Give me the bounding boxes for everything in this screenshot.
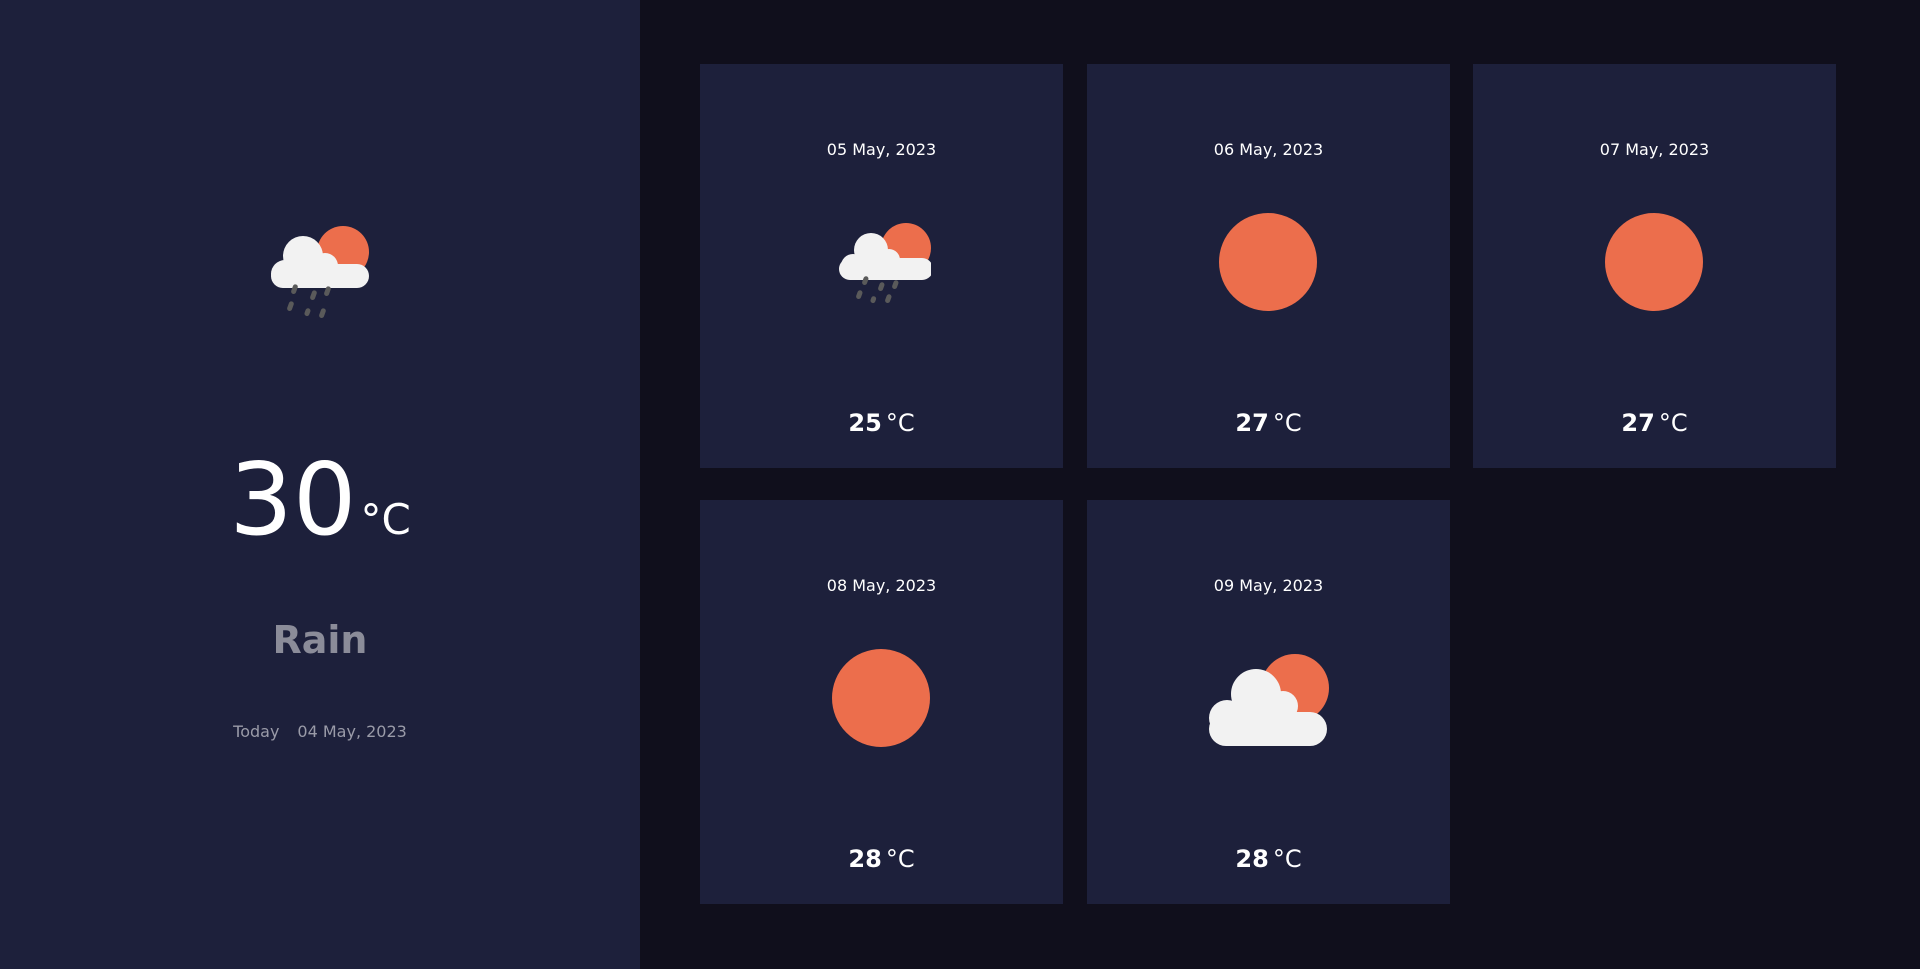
forecast-temperature-value: 25 [848,409,882,437]
forecast-temperature: 28 °C [700,845,1063,873]
forecast-temperature-unit: °C [1272,409,1302,437]
forecast-card: 08 May, 2023 28 °C [700,500,1063,904]
forecast-temperature-unit: °C [885,845,915,873]
today-panel: 30°C Rain Today 04 May, 2023 [0,0,640,969]
sun-icon [832,649,930,747]
current-temperature: 30°C [0,440,640,560]
sun-icon [1219,213,1317,311]
current-date-line: Today 04 May, 2023 [0,722,640,741]
forecast-temperature: 27 °C [1087,409,1450,437]
forecast-temperature-unit: °C [885,409,915,437]
forecast-card: 09 May, 2023 28 °C [1087,500,1450,904]
forecast-temperature-unit: °C [1658,409,1688,437]
forecast-temperature: 28 °C [1087,845,1450,873]
today-date: 04 May, 2023 [297,722,407,741]
partly-cloudy-icon [1209,654,1329,746]
forecast-card: 07 May, 2023 27 °C [1473,64,1836,468]
forecast-temperature-value: 28 [1235,845,1269,873]
forecast-date: 09 May, 2023 [1213,576,1324,595]
forecast-temperature-unit: °C [1272,845,1302,873]
forecast-temperature-value: 27 [1235,409,1269,437]
current-temperature-unit: °C [360,495,411,544]
forecast-temperature: 27 °C [1473,409,1836,437]
forecast-date: 08 May, 2023 [826,576,937,595]
current-temperature-value: 30 [229,441,357,558]
forecast-date: 06 May, 2023 [1213,140,1324,159]
today-label: Today [233,722,280,741]
forecast-temperature-value: 28 [848,845,882,873]
rain-cloud-sun-icon [271,226,369,319]
sun-icon [1605,213,1703,311]
forecast-date: 07 May, 2023 [1599,140,1710,159]
forecast-card: 05 May, 2023 25 °C [700,64,1063,468]
current-condition: Rain [272,618,368,662]
forecast-temperature: 25 °C [700,409,1063,437]
forecast-temperature-value: 27 [1621,409,1655,437]
forecast-card: 06 May, 2023 27 °C [1087,64,1450,468]
forecast-date: 05 May, 2023 [826,140,937,159]
rain-cloud-sun-icon [839,223,931,304]
